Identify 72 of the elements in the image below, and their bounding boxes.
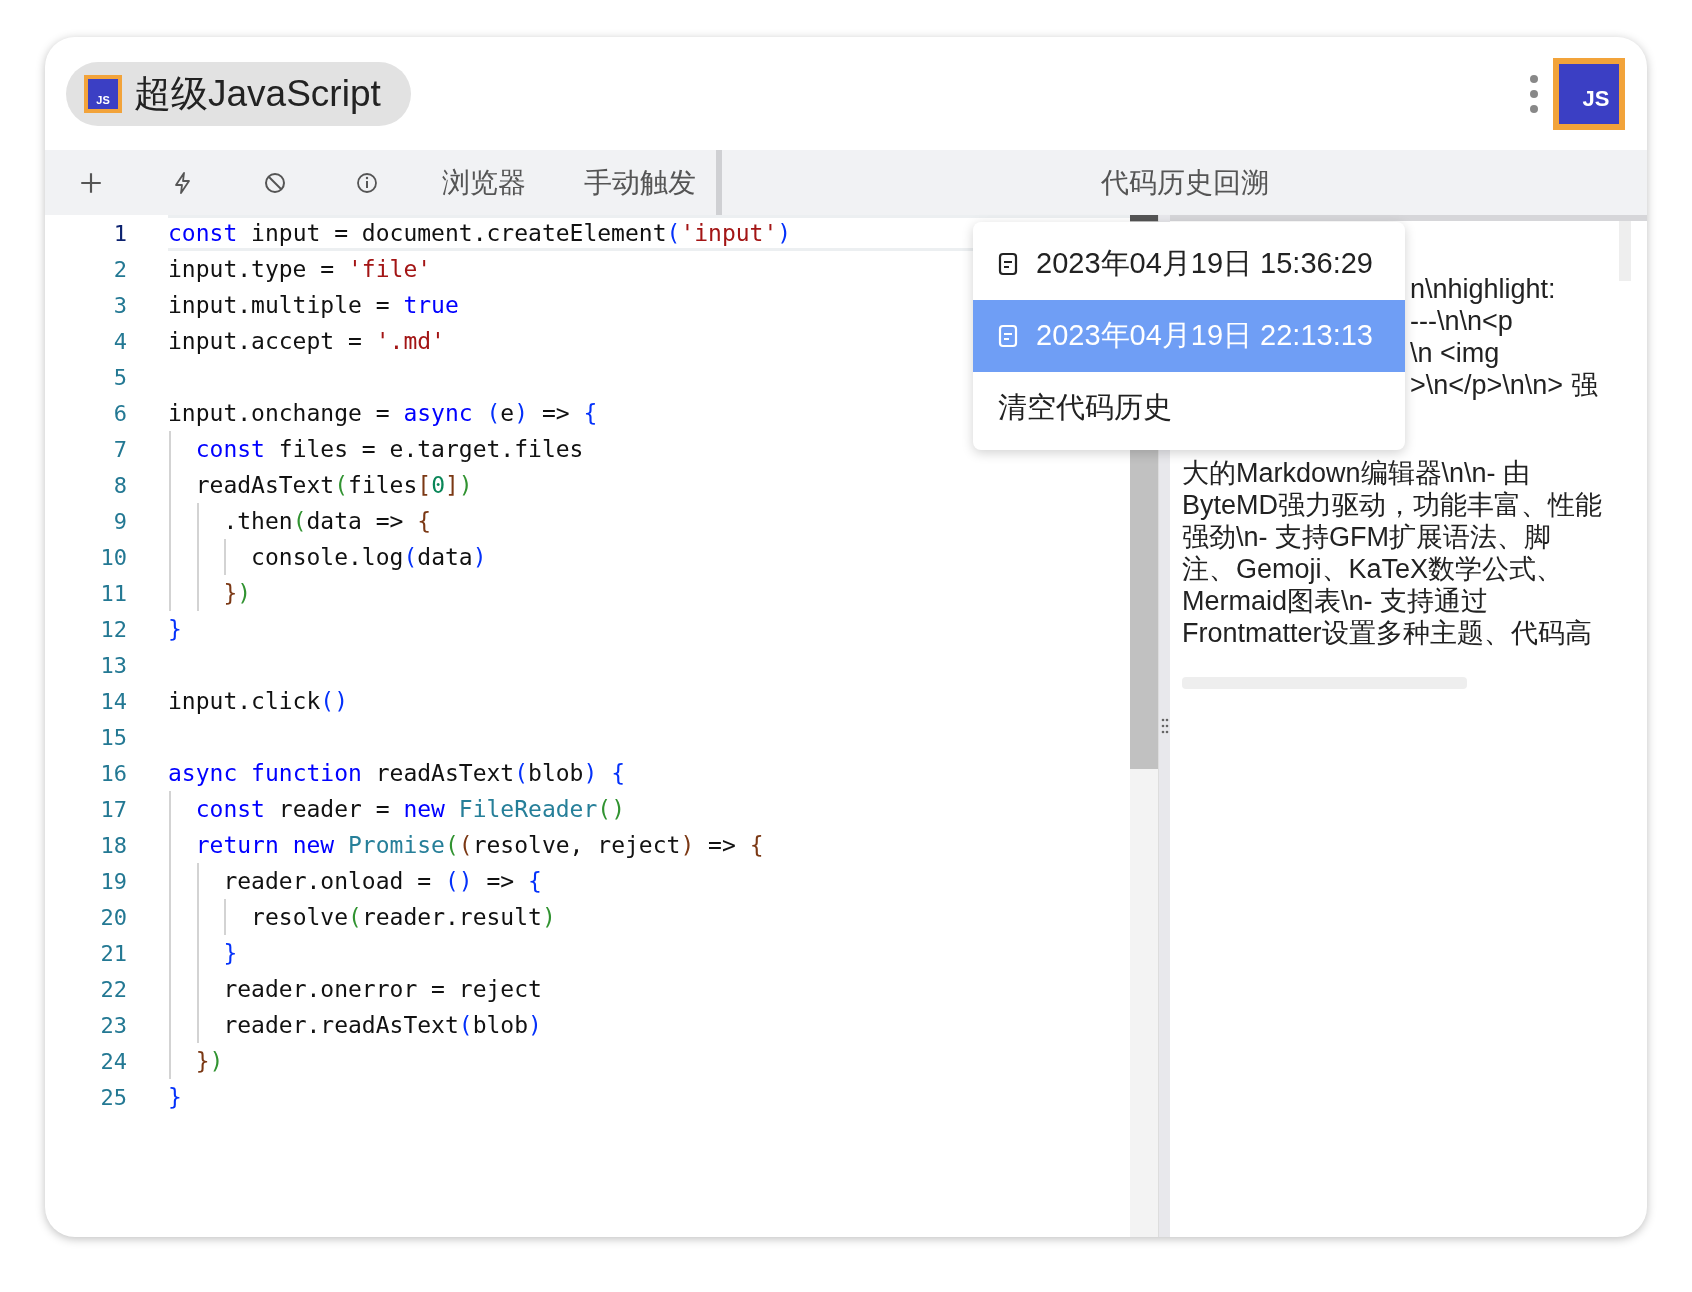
line-number: 14	[99, 688, 128, 714]
app-title: 超级JavaScript	[134, 71, 381, 116]
line-number: 2	[112, 256, 128, 282]
drag-handle-icon[interactable]	[1160, 718, 1169, 734]
menu-item[interactable]: 2023年04月19日 15:36:29	[973, 228, 1405, 300]
line-number: 9	[112, 508, 128, 534]
preview-text: >\n</p>\n\n> 强	[1410, 370, 1598, 400]
line-number: 17	[99, 796, 128, 822]
code-text: input.accept = '.md'	[168, 328, 445, 354]
preview-text: Mermaid图表\n- 支持通过	[1182, 586, 1489, 616]
code-text: reader.onerror = reject	[223, 976, 542, 1002]
code-text: readAsText(files[0])	[195, 472, 473, 498]
scrollbar[interactable]	[1619, 221, 1631, 281]
document-icon	[998, 324, 1018, 348]
line-number: 18	[99, 832, 128, 858]
line-number: 19	[99, 868, 128, 894]
line-number: 10	[99, 544, 128, 570]
preview-text: n\nhighlight:	[1410, 274, 1556, 304]
toolbar-button[interactable]: 手动触发	[555, 150, 716, 215]
toolbar-button[interactable]: 浏览器	[413, 150, 555, 215]
info-icon[interactable]	[355, 170, 379, 195]
code-text: input.multiple = true	[168, 292, 459, 318]
menu-item[interactable]: 清空代码历史	[973, 372, 1405, 444]
code-text: })	[223, 580, 252, 606]
ban-icon[interactable]	[263, 170, 287, 195]
line-number: 7	[112, 436, 128, 462]
preview-text: ---\n\n<p	[1410, 306, 1513, 336]
line-number: 12	[99, 616, 128, 642]
line-number: 22	[99, 976, 128, 1002]
line-number: 6	[112, 400, 128, 426]
preview-text: Frontmatter设置多种主题、代码高	[1182, 618, 1592, 648]
code-text: const input = document.createElement('input')	[168, 220, 792, 246]
line-number: 25	[99, 1084, 128, 1110]
preview-text: 强劲\n- 支持GFM扩展语法、脚	[1182, 522, 1551, 552]
line-number: 16	[99, 760, 128, 786]
code-text: input.onchange = async (e) => {	[168, 400, 598, 426]
preview-text: ByteMD强力驱动，功能丰富、性能	[1182, 490, 1603, 520]
code-text: console.log(data)	[251, 544, 487, 570]
line-number: 20	[99, 904, 128, 930]
app-logo: JS	[84, 74, 122, 113]
document-icon	[998, 252, 1018, 276]
code-text: const files = e.target.files	[195, 436, 584, 462]
preview-text: \n <img	[1410, 338, 1500, 368]
code-text: }	[168, 616, 182, 642]
code-text: reader.onload = () => {	[223, 868, 542, 894]
code-text: reader.readAsText(blob)	[223, 1012, 542, 1038]
code-text: input.type = 'file'	[168, 256, 432, 282]
code-text: async function readAsText(blob) {	[168, 760, 625, 786]
line-number: 21	[99, 940, 128, 966]
more-icon[interactable]	[1529, 73, 1539, 114]
line-number: 13	[99, 652, 128, 678]
code-text: input.click()	[168, 688, 349, 714]
line-number: 8	[112, 472, 128, 498]
app-badge[interactable]: JS	[1553, 57, 1625, 130]
code-text: resolve(reader.result)	[251, 904, 556, 930]
code-text: return new Promise((resolve, reject) => {	[195, 832, 764, 858]
app-title-chip[interactable]: JS 超级JavaScript	[66, 61, 411, 126]
line-number: 24	[99, 1048, 128, 1074]
line-number: 3	[112, 292, 128, 318]
code-text: }	[223, 940, 238, 966]
line-number: 23	[99, 1012, 128, 1038]
line-number: 4	[112, 328, 128, 354]
line-number: 15	[99, 724, 128, 750]
code-text: const reader = new FileReader()	[195, 796, 625, 822]
line-number: 11	[99, 580, 128, 606]
code-text: .then(data => {	[223, 508, 432, 534]
line-number: 1	[112, 220, 128, 246]
line-number: 5	[112, 364, 128, 390]
code-text: }	[168, 1084, 182, 1110]
preview-text: 大的Markdown编辑器\n\n- 由	[1182, 458, 1531, 488]
preview-text: 注、Gemoji、KaTeX数学公式、	[1182, 554, 1564, 584]
code-text: })	[195, 1048, 224, 1074]
